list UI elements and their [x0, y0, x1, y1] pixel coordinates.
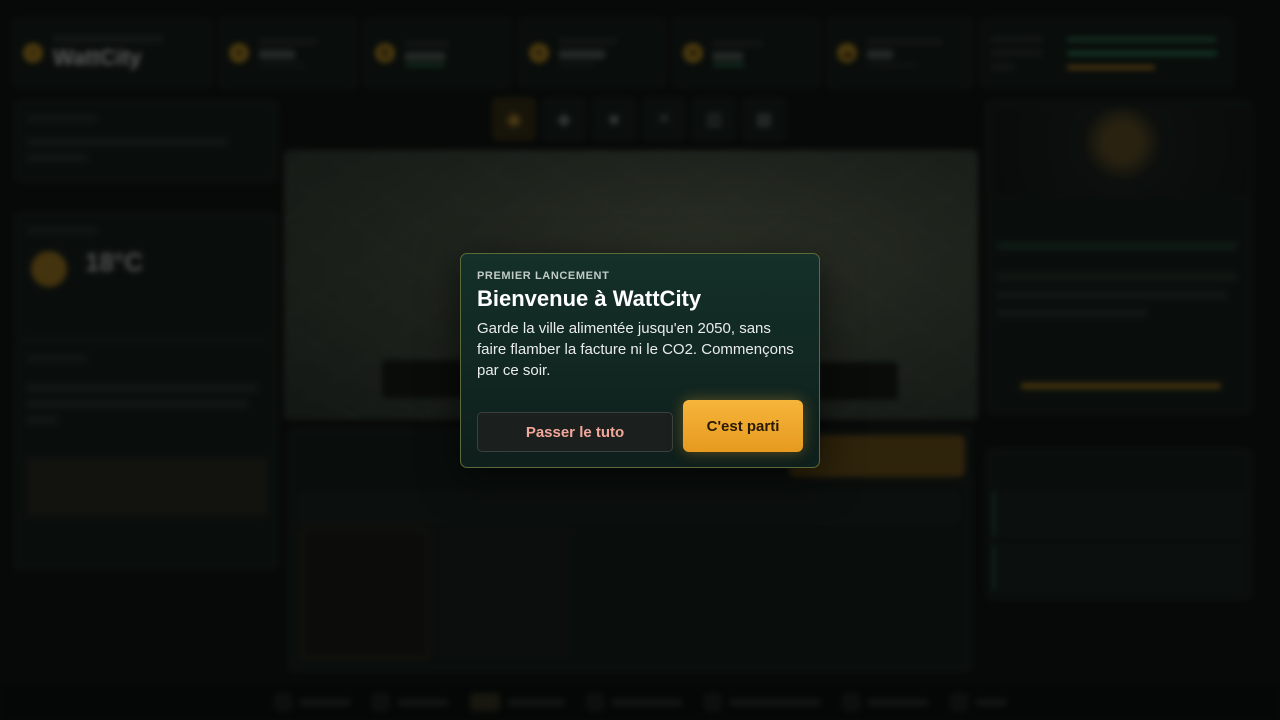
dialog-title: Bienvenue à WattCity: [477, 286, 702, 311]
welcome-dialog: PREMIER LANCEMENT Bienvenue à WattCity G…: [460, 253, 820, 468]
start-button[interactable]: C'est parti: [683, 400, 803, 452]
dialog-kicker: PREMIER LANCEMENT: [477, 270, 610, 282]
skip-tutorial-button[interactable]: Passer le tuto: [477, 412, 673, 452]
dialog-actions: Passer le tuto C'est parti: [477, 400, 803, 452]
dialog-body: Garde la ville alimentée jusqu'en 2050, …: [477, 320, 794, 379]
